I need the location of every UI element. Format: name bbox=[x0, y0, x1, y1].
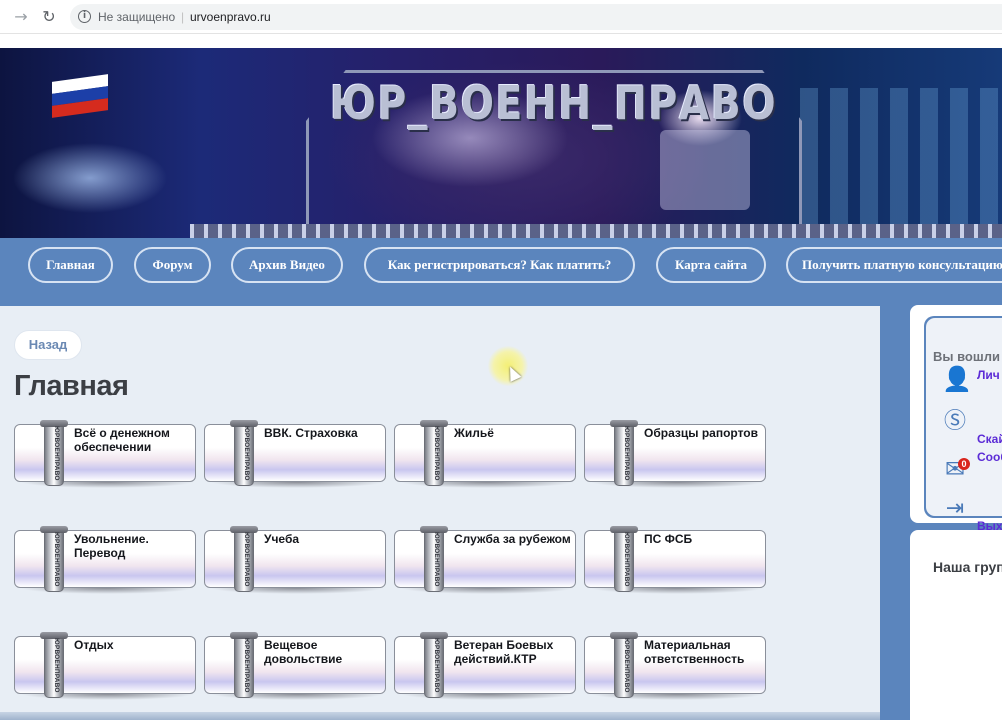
info-icon[interactable]: i bbox=[78, 10, 91, 23]
page-title: Главная bbox=[14, 370, 129, 402]
url-text[interactable]: urvoenpravo.ru bbox=[190, 10, 271, 24]
nav-how-to-register[interactable]: Как регистрироваться? Как платить? bbox=[364, 247, 635, 283]
tile-label[interactable]: ПС ФСБ bbox=[644, 532, 762, 546]
logout-icon: ⇥ bbox=[945, 496, 965, 521]
banner-screen bbox=[660, 130, 750, 210]
site-logo: ЮР_ВОЕНН_ПРАВО bbox=[330, 76, 778, 130]
main-nav: Главная Форум Архив Видео Как регистриро… bbox=[0, 238, 1002, 306]
category-tile[interactable]: ЮРВОЕНПРАВО Вещевое довольствие bbox=[204, 632, 386, 700]
tile-label[interactable]: Вещевое довольствие bbox=[264, 638, 382, 666]
sidebar-link-personal[interactable]: Лич bbox=[977, 368, 1000, 382]
tile-label[interactable]: Всё о денежном обеспечении bbox=[74, 426, 192, 454]
tile-label[interactable]: ВВК. Страховка bbox=[264, 426, 382, 440]
category-tile[interactable]: ЮРВОЕНПРАВО ПС ФСБ bbox=[584, 526, 766, 594]
tile-label[interactable]: Образцы рапортов bbox=[644, 426, 762, 440]
browser-toolbar: → ↻ i Не защищено | urvoenpravo.ru bbox=[0, 0, 1002, 34]
logged-in-label: Вы вошли bbox=[933, 349, 1000, 364]
tile-brand-text: ЮРВОЕНПРАВО bbox=[433, 425, 440, 481]
tile-brand-text: ЮРВОЕНПРАВО bbox=[433, 531, 440, 587]
tile-brand-text: ЮРВОЕНПРАВО bbox=[243, 425, 250, 481]
back-button[interactable]: Назад bbox=[14, 330, 82, 360]
category-tile[interactable]: ЮРВОЕНПРАВО Увольнение. Перевод bbox=[14, 526, 196, 594]
category-tile[interactable]: ЮРВОЕНПРАВО Материальная ответственность bbox=[584, 632, 766, 700]
nav-forum[interactable]: Форум bbox=[134, 247, 211, 283]
tile-brand-text: ЮРВОЕНПРАВО bbox=[623, 637, 630, 693]
taskbar-edge bbox=[0, 712, 880, 720]
tile-brand-text: ЮРВОЕНПРАВО bbox=[623, 531, 630, 587]
tile-brand-text: ЮРВОЕНПРАВО bbox=[433, 637, 440, 693]
category-tile[interactable]: ЮРВОЕНПРАВО ВВК. Страховка bbox=[204, 420, 386, 488]
tile-label[interactable]: Увольнение. Перевод bbox=[74, 532, 192, 560]
tile-label[interactable]: Служба за рубежом bbox=[454, 532, 572, 546]
banner-planet-decoration bbox=[0, 118, 190, 238]
russia-flag-icon bbox=[52, 74, 108, 118]
category-tile[interactable]: ЮРВОЕНПРАВО Жильё bbox=[394, 420, 576, 488]
nav-video-archive[interactable]: Архив Видео bbox=[231, 247, 343, 283]
tile-brand-text: ЮРВОЕНПРАВО bbox=[243, 531, 250, 587]
url-separator: | bbox=[181, 10, 185, 24]
security-status: Не защищено bbox=[98, 10, 176, 24]
banner-control-panels bbox=[800, 88, 1000, 238]
site-banner: ЮР_ВОЕНН_ПРАВО bbox=[0, 48, 1002, 238]
forward-icon[interactable]: → bbox=[11, 7, 31, 27]
category-tile[interactable]: ЮРВОЕНПРАВО Отдых bbox=[14, 632, 196, 700]
category-tile[interactable]: ЮРВОЕНПРАВО Учеба bbox=[204, 526, 386, 594]
tile-label[interactable]: Учеба bbox=[264, 532, 382, 546]
address-bar[interactable]: i Не защищено | urvoenpravo.ru bbox=[70, 4, 1002, 30]
tile-brand-text: ЮРВОЕНПРАВО bbox=[53, 531, 60, 587]
sidebar-link-skype[interactable]: Скай bbox=[977, 432, 1002, 446]
tile-label[interactable]: Ветеран Боевых действий.КТР bbox=[454, 638, 572, 666]
category-tile[interactable]: ЮРВОЕНПРАВО Ветеран Боевых действий.КТР bbox=[394, 632, 576, 700]
tile-label[interactable]: Материальная ответственность bbox=[644, 638, 762, 666]
tile-label[interactable]: Жильё bbox=[454, 426, 572, 440]
category-tile[interactable]: ЮРВОЕНПРАВО Служба за рубежом bbox=[394, 526, 576, 594]
category-tile[interactable]: ЮРВОЕНПРАВО Всё о денежном обеспечении bbox=[14, 420, 196, 488]
cursor-highlight bbox=[488, 346, 528, 386]
user-icon: 👤 bbox=[942, 365, 972, 393]
nav-sitemap[interactable]: Карта сайта bbox=[656, 247, 766, 283]
banner-floor bbox=[190, 224, 1002, 238]
tile-brand-text: ЮРВОЕНПРАВО bbox=[53, 637, 60, 693]
tile-brand-text: ЮРВОЕНПРАВО bbox=[243, 637, 250, 693]
nav-paid-consultation[interactable]: Получить платную консультацию bbox=[786, 247, 1002, 283]
sidebar-link-messages[interactable]: Сооб bbox=[977, 450, 1002, 464]
tile-brand-text: ЮРВОЕНПРАВО bbox=[53, 425, 60, 481]
category-tile[interactable]: ЮРВОЕНПРАВО Образцы рапортов bbox=[584, 420, 766, 488]
nav-home[interactable]: Главная bbox=[28, 247, 113, 283]
tile-brand-text: ЮРВОЕНПРАВО bbox=[623, 425, 630, 481]
tile-label[interactable]: Отдых bbox=[74, 638, 192, 652]
reload-icon[interactable]: ↻ bbox=[39, 7, 59, 27]
sidebar-group-title: Наша груп bbox=[933, 559, 1002, 575]
messages-badge: 0 bbox=[958, 458, 970, 470]
skype-icon: Ⓢ bbox=[943, 409, 966, 434]
